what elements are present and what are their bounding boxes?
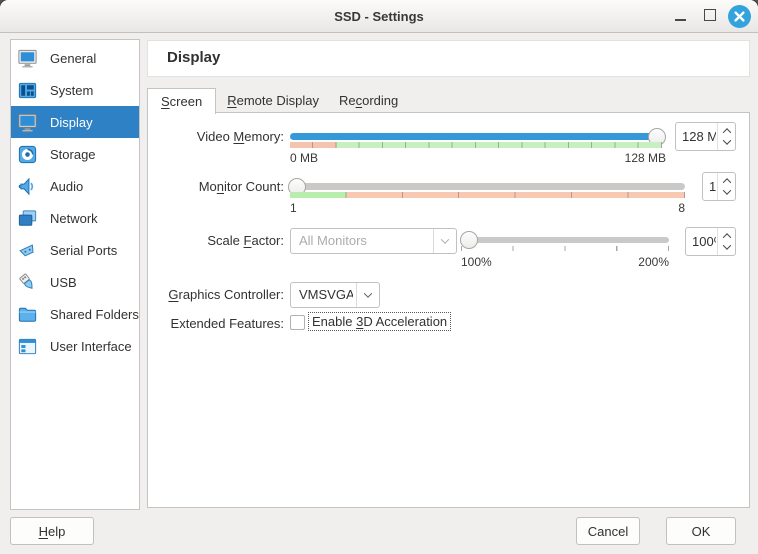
usb-plug-icon: [15, 270, 39, 294]
sidebar-item-label: Storage: [50, 147, 96, 162]
sidebar-item-serial-ports[interactable]: Serial Ports: [11, 234, 139, 266]
tab-bar: Screen Remote Display Recording: [147, 88, 407, 113]
sidebar-item-user-interface[interactable]: User Interface: [11, 330, 139, 362]
video-memory-slider-track[interactable]: [290, 133, 666, 140]
titlebar[interactable]: SSD - Settings: [0, 0, 758, 33]
sidebar-item-label: Serial Ports: [50, 243, 117, 258]
video-memory-spinbox[interactable]: 128 MB: [675, 122, 736, 151]
scale-factor-spin-buttons: [717, 228, 735, 255]
scale-factor-max-label: 200%: [461, 255, 669, 269]
graphics-controller-label: Graphics Controller:: [148, 287, 284, 302]
monitor-count-spin-buttons: [717, 173, 735, 200]
folder-icon: [15, 302, 39, 326]
network-cards-icon: [15, 206, 39, 230]
video-memory-tick-strip: [290, 142, 662, 148]
spin-down-icon[interactable]: [722, 186, 730, 194]
sidebar-item-label: Audio: [50, 179, 83, 194]
sidebar-item-label: Display: [50, 115, 93, 130]
sidebar-item-label: General: [50, 51, 96, 66]
sidebar-item-network[interactable]: Network: [11, 202, 139, 234]
sidebar-item-general[interactable]: General: [11, 42, 139, 74]
monitor-count-max-label: 8: [290, 201, 685, 215]
window-ui-icon: [15, 334, 39, 358]
system-chip-icon: [15, 78, 39, 102]
help-button[interactable]: Help: [10, 517, 94, 545]
serial-port-icon: [15, 238, 39, 262]
maximize-icon[interactable]: [704, 9, 716, 21]
sidebar-item-shared-folders[interactable]: Shared Folders: [11, 298, 139, 330]
video-memory-label: Video Memory:: [148, 129, 284, 144]
sidebar-item-label: Shared Folders: [50, 307, 139, 322]
chevron-down-icon: [356, 283, 379, 307]
storage-disk-icon: [15, 142, 39, 166]
chevron-down-icon: [433, 229, 456, 253]
ok-button[interactable]: OK: [666, 517, 736, 545]
sidebar-item-system[interactable]: System: [11, 74, 139, 106]
monitor-count-value[interactable]: 1: [709, 173, 716, 200]
window-title: SSD - Settings: [0, 0, 758, 33]
cancel-button[interactable]: Cancel: [576, 517, 640, 545]
close-icon[interactable]: [728, 5, 751, 28]
scale-factor-label: Scale Factor:: [148, 233, 284, 248]
graphics-controller-select[interactable]: VMSVGA: [290, 282, 380, 308]
general-monitor-icon: [15, 46, 39, 70]
video-memory-value[interactable]: 128 MB: [682, 123, 716, 150]
sidebar-item-label: System: [50, 83, 93, 98]
page-title: Display: [167, 49, 220, 66]
monitor-count-slider-track[interactable]: [290, 183, 685, 190]
minimize-icon[interactable]: [675, 19, 686, 21]
enable-3d-acceleration-label[interactable]: Enable 3D Acceleration: [308, 312, 451, 331]
audio-speaker-icon: [15, 174, 39, 198]
tab-recording[interactable]: Recording: [330, 88, 407, 113]
settings-window: SSD - Settings General System Display St…: [0, 0, 758, 554]
sidebar-item-usb[interactable]: USB: [11, 266, 139, 298]
spin-down-icon[interactable]: [722, 241, 730, 249]
monitor-count-spinbox[interactable]: 1: [702, 172, 736, 201]
scale-factor-spinbox[interactable]: 100%: [685, 227, 736, 256]
enable-3d-acceleration-checkbox[interactable]: [290, 315, 305, 330]
screen-tab-panel: Video Memory: 0 MB 128 MB 128 MB Monitor…: [147, 112, 750, 508]
sidebar-item-storage[interactable]: Storage: [11, 138, 139, 170]
tab-screen[interactable]: Screen: [147, 88, 216, 114]
page-header: Display: [147, 40, 750, 77]
monitor-count-tick-strip: [290, 192, 685, 198]
scale-factor-value[interactable]: 100%: [692, 228, 716, 255]
video-memory-max-label: 128 MB: [290, 151, 666, 165]
tab-remote-display[interactable]: Remote Display: [218, 88, 328, 113]
sidebar-item-label: User Interface: [50, 339, 132, 354]
sidebar-item-display[interactable]: Display: [11, 106, 139, 138]
spin-down-icon[interactable]: [722, 136, 730, 144]
scale-factor-slider-track[interactable]: [461, 237, 669, 243]
sidebar-item-label: Network: [50, 211, 98, 226]
scale-factor-monitor-select[interactable]: All Monitors: [290, 228, 457, 254]
scale-factor-tick-strip: [461, 246, 670, 251]
graphics-controller-value: VMSVGA: [299, 283, 353, 307]
scale-factor-monitor-select-value: All Monitors: [299, 229, 430, 253]
display-monitor-icon: [15, 110, 39, 134]
monitor-count-label: Monitor Count:: [148, 179, 284, 194]
video-memory-spin-buttons: [717, 123, 735, 150]
extended-features-label: Extended Features:: [148, 316, 284, 331]
settings-category-list: General System Display Storage Audio Net…: [10, 39, 140, 510]
sidebar-item-audio[interactable]: Audio: [11, 170, 139, 202]
sidebar-item-label: USB: [50, 275, 77, 290]
